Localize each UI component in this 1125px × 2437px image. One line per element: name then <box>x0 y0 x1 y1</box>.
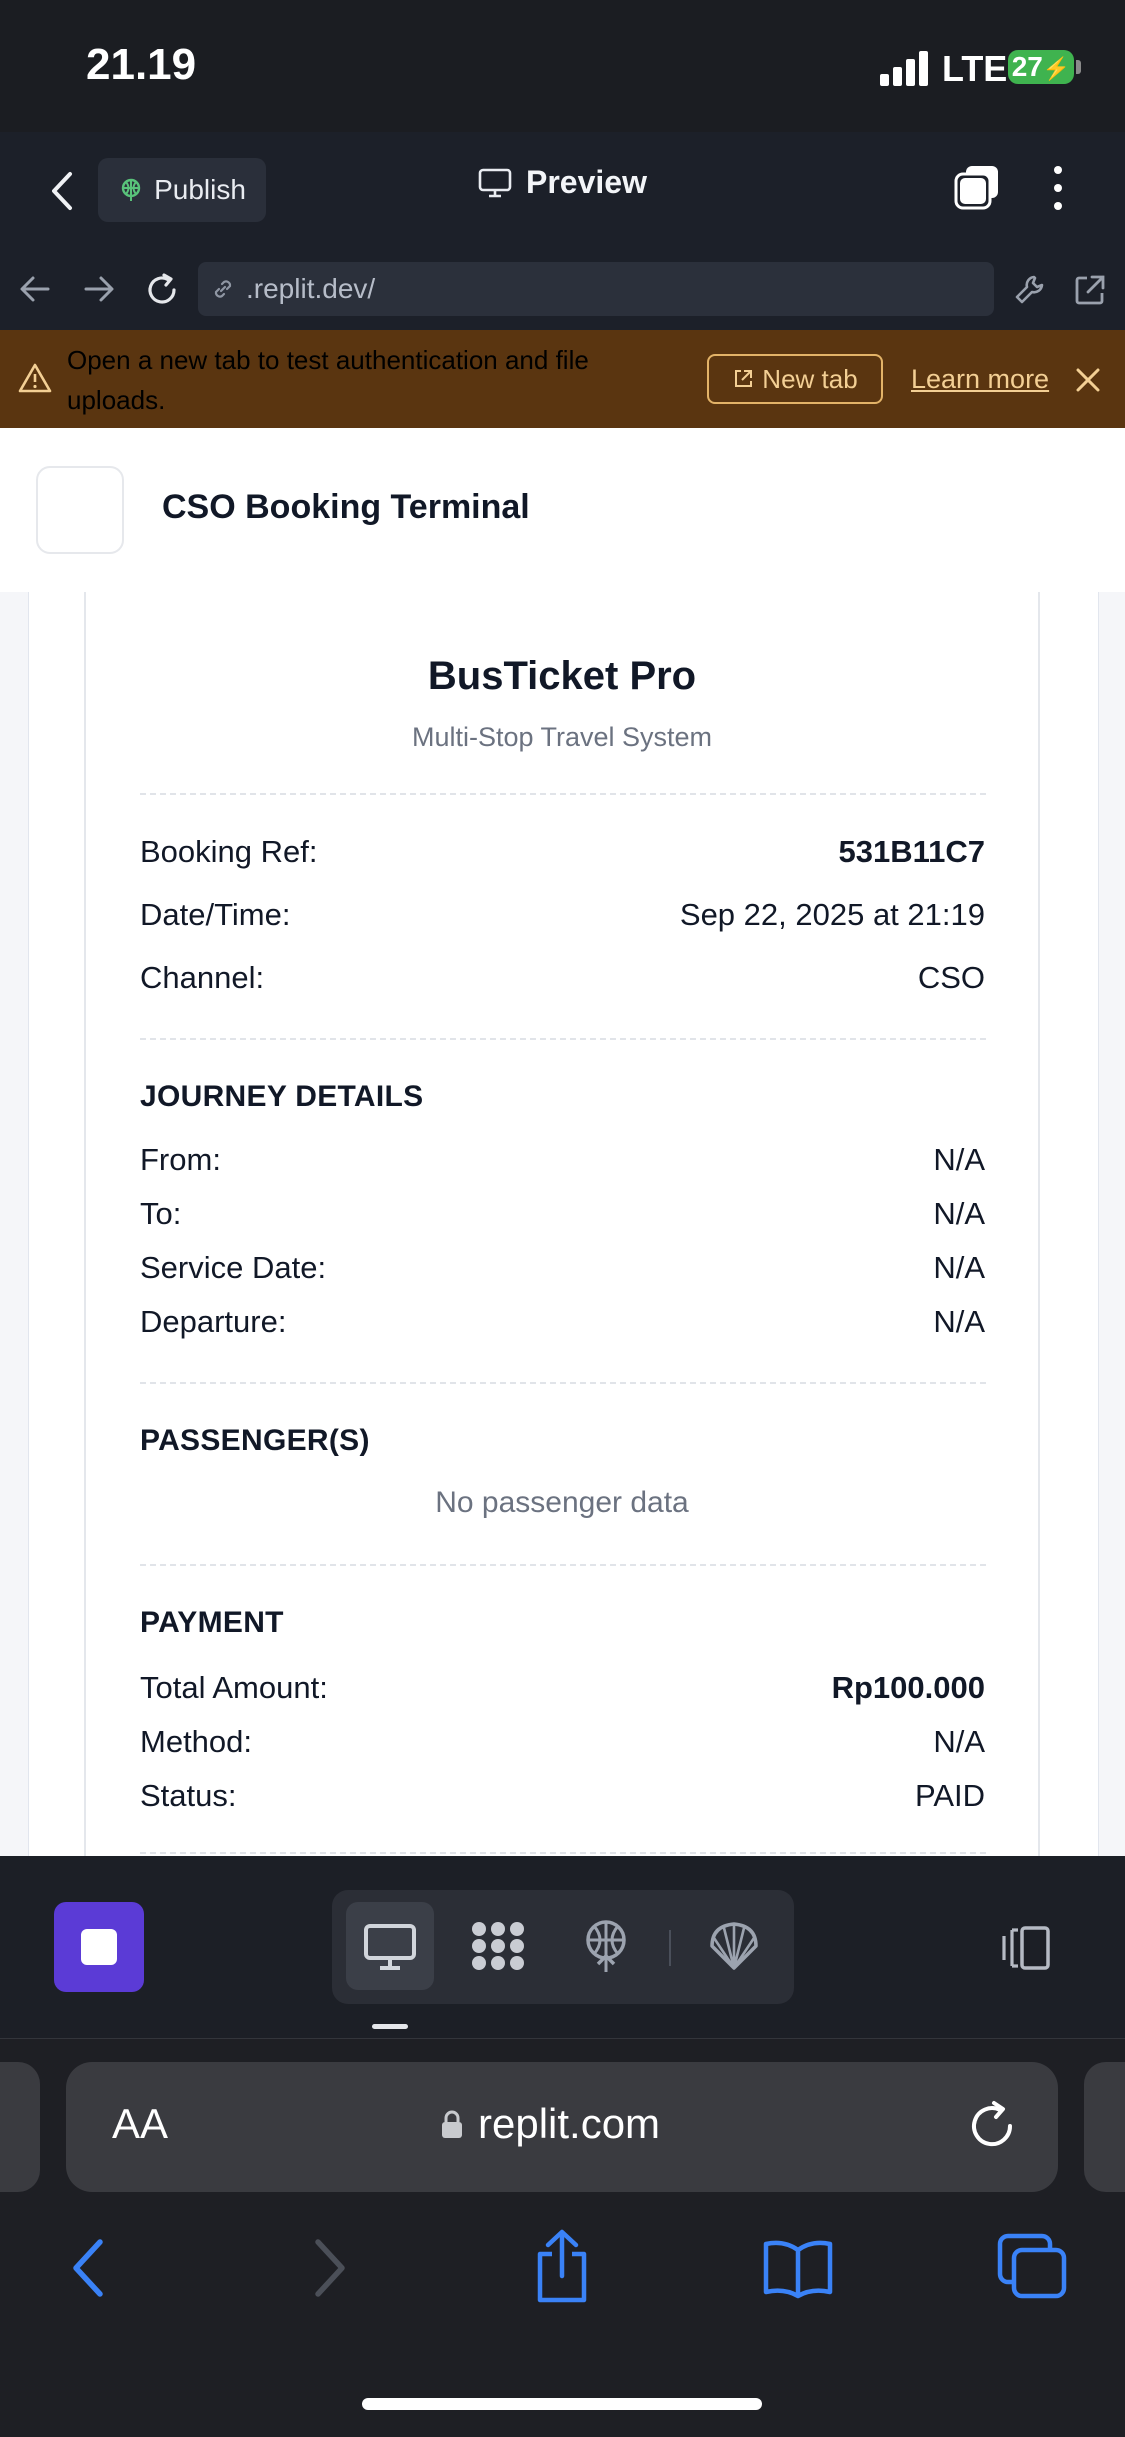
divider <box>140 1038 986 1040</box>
previous-tab-preview[interactable] <box>0 2062 40 2192</box>
app-logo <box>36 466 124 554</box>
tabs-overview-icon[interactable] <box>996 2232 1070 2302</box>
battery-tip <box>1076 60 1081 74</box>
divider <box>140 1382 986 1384</box>
aa-label: AA <box>112 2100 169 2147</box>
wrench-icon[interactable] <box>1012 272 1048 308</box>
lock-icon <box>442 2110 462 2138</box>
status-time: 21.19 <box>86 40 197 89</box>
ticket-title: BusTicket Pro <box>427 654 697 698</box>
monitor-icon <box>364 1924 416 1970</box>
preview-title[interactable]: Preview <box>478 164 647 201</box>
method-label: Method: <box>140 1724 253 1759</box>
passengers-heading: PASSENGER(S) <box>140 1424 370 1457</box>
browser-forward-icon[interactable] <box>82 274 116 304</box>
signal-icon <box>880 50 928 86</box>
drag-handle[interactable] <box>372 2024 408 2029</box>
status-value: PAID <box>914 1778 985 1813</box>
ticket-card <box>84 592 1040 1856</box>
url-text: .replit.dev/ <box>246 273 376 304</box>
monitor-icon <box>478 168 512 197</box>
booking-ref-value: 531B11C7 <box>838 834 985 869</box>
link-icon <box>214 280 232 298</box>
status-label: Status: <box>140 1778 237 1813</box>
network-type: LTE <box>942 48 1008 89</box>
divider <box>140 1564 986 1566</box>
stop-icon <box>81 1929 117 1965</box>
refresh-icon[interactable] <box>144 272 180 308</box>
new-tab-button[interactable]: New tab <box>707 354 883 404</box>
learn-more-link[interactable]: Learn more <box>911 364 1049 395</box>
warning-icon <box>18 363 52 393</box>
close-icon[interactable] <box>1074 366 1102 394</box>
url-field[interactable]: .replit.dev/ <box>198 262 994 316</box>
reader-settings-button[interactable]: AA <box>112 2100 168 2148</box>
domain-text: replit.com <box>478 2100 661 2147</box>
external-link-icon[interactable] <box>1072 272 1108 308</box>
booking-ref-label: Booking Ref: <box>140 834 318 869</box>
safari-domain[interactable]: replit.com <box>440 2100 660 2148</box>
method-value: N/A <box>933 1724 985 1759</box>
more-vertical-icon[interactable] <box>1050 164 1066 212</box>
safari-forward-icon[interactable] <box>308 2236 352 2300</box>
battery-level: 27 <box>1011 51 1043 82</box>
payment-heading: PAYMENT <box>140 1606 284 1639</box>
channel-label: Channel: <box>140 960 265 995</box>
banner-message: Open a new tab to test authentication an… <box>67 345 589 415</box>
no-passenger-text: No passenger data <box>435 1486 689 1519</box>
external-link-icon <box>735 370 753 387</box>
toolbar-divider <box>669 1930 671 1966</box>
total-amount-label: Total Amount: <box>140 1670 328 1705</box>
publish-label: Publish <box>154 174 246 205</box>
total-amount-value: Rp100.000 <box>831 1670 985 1705</box>
reload-icon[interactable] <box>964 2098 1020 2154</box>
bookmarks-icon[interactable] <box>760 2236 836 2300</box>
channel-value: CSO <box>917 960 985 995</box>
from-value: N/A <box>933 1142 985 1177</box>
ticket-subtitle: Multi-Stop Travel System <box>411 722 713 752</box>
share-icon[interactable] <box>530 2228 594 2306</box>
back-chevron-icon[interactable] <box>42 166 82 216</box>
stop-button[interactable] <box>54 1902 144 1992</box>
service-date-label: Service Date: <box>140 1250 327 1285</box>
safari-back-icon[interactable] <box>66 2236 110 2300</box>
deploy-icon[interactable] <box>576 1916 636 1976</box>
journey-heading: JOURNEY DETAILS <box>140 1080 424 1113</box>
tabs-icon[interactable] <box>954 164 1000 210</box>
home-indicator[interactable] <box>362 2398 762 2410</box>
to-label: To: <box>140 1196 182 1231</box>
new-tab-label: New tab <box>762 363 858 394</box>
divider <box>140 793 986 795</box>
next-tab-preview[interactable] <box>1084 2062 1125 2192</box>
shell-icon[interactable] <box>704 1916 764 1976</box>
publish-button[interactable]: Publish <box>98 158 266 222</box>
preview-label: Preview <box>526 164 647 200</box>
datetime-value: Sep 22, 2025 at 21:19 <box>679 897 985 932</box>
service-date-value: N/A <box>933 1250 985 1285</box>
apps-grid-icon[interactable] <box>468 1916 528 1976</box>
browser-back-icon[interactable] <box>18 274 52 304</box>
charging-bolt-icon: ⚡ <box>1042 56 1071 81</box>
departure-label: Departure: <box>140 1304 287 1339</box>
side-panel-icon[interactable] <box>996 1924 1056 1974</box>
battery-icon: 27⚡ <box>1008 50 1074 84</box>
divider <box>140 1852 986 1854</box>
from-label: From: <box>140 1142 221 1177</box>
to-value: N/A <box>933 1196 985 1231</box>
datetime-label: Date/Time: <box>140 897 291 932</box>
app-title: CSO Booking Terminal <box>162 488 530 526</box>
departure-value: N/A <box>933 1304 985 1339</box>
publish-icon <box>121 178 141 201</box>
